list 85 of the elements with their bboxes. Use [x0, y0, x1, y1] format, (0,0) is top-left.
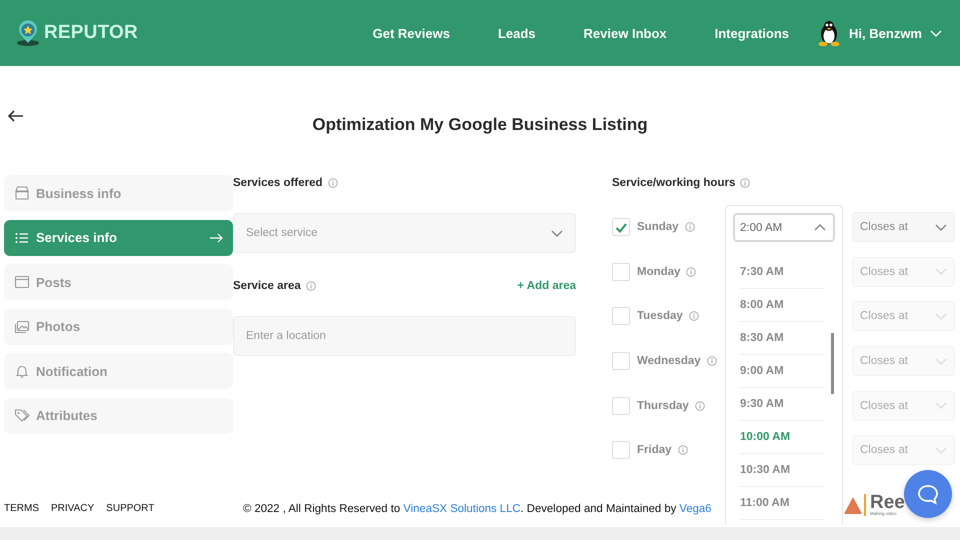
closing-time-select[interactable]: Closes at: [852, 212, 955, 242]
checkbox[interactable]: [612, 396, 630, 415]
logo-text: REPUTOR: [44, 22, 138, 44]
add-area-link[interactable]: + Add area: [517, 280, 576, 292]
opening-time-select[interactable]: 2:00 AM: [733, 213, 835, 242]
chevron-down-icon: [930, 28, 942, 38]
time-option[interactable]: 11:00 AM: [740, 487, 825, 520]
bell-icon: [14, 363, 30, 379]
info-icon: [694, 400, 705, 411]
sidebar-item[interactable]: Posts: [4, 264, 233, 300]
day-label: Thursday: [637, 400, 689, 412]
sidebar-item[interactable]: Notification: [4, 353, 233, 389]
penguin-avatar-icon: [817, 19, 842, 47]
checkbox[interactable]: [612, 218, 630, 236]
field-label: Services offered: [233, 177, 322, 189]
info-icon: [740, 178, 750, 188]
chevron-down-icon: [935, 312, 947, 321]
window-icon: [14, 274, 30, 290]
nav-link[interactable]: Leads: [498, 26, 536, 40]
chevron-up-icon: [814, 223, 826, 232]
day-label: Friday: [637, 444, 672, 456]
photos-icon: [14, 318, 30, 334]
scrollbar-thumb[interactable]: [831, 333, 834, 394]
sidebar-item[interactable]: Business info: [4, 175, 233, 211]
info-icon: [686, 266, 696, 277]
time-option[interactable]: 7:30 AM: [740, 256, 825, 289]
company-link[interactable]: VineaSX Solutions LLC: [403, 502, 521, 514]
chevron-down-icon: [935, 401, 947, 410]
copyright-text: © 2022 , All Rights Reserved to VineaSX Solutions LLC. Developed and Maintained by Vega6: [243, 502, 712, 514]
info-icon: [706, 356, 717, 366]
chevron-down-icon: [935, 356, 947, 366]
tag-icon: [14, 408, 30, 424]
info-icon: [328, 178, 338, 188]
check-icon: [615, 222, 627, 233]
store-icon: [14, 185, 30, 201]
sidebar-item[interactable]: Photos: [4, 308, 233, 344]
back-arrow-icon: [8, 110, 24, 122]
day-label: Sunday: [637, 221, 679, 234]
footer-link[interactable]: TERMS: [4, 503, 39, 514]
chevron-down-icon: [551, 228, 563, 238]
time-option[interactable]: 9:30 AM: [740, 388, 825, 421]
nav-link[interactable]: Get Reviews: [372, 26, 450, 40]
chat-button[interactable]: [904, 470, 952, 518]
closing-time-select[interactable]: Closes at: [852, 301, 955, 332]
day-label: Monday: [637, 266, 680, 278]
sidebar-item[interactable]: Services info: [4, 220, 233, 256]
nav-link[interactable]: Integrations: [714, 26, 790, 40]
location-input[interactable]: Enter a location: [233, 316, 576, 356]
info-icon: [306, 281, 316, 291]
chevron-down-icon: [935, 267, 947, 276]
closing-time-select[interactable]: Closes at: [852, 256, 955, 287]
info-icon: [684, 222, 695, 232]
partner-logo-icon: [843, 494, 867, 516]
section-label: Service/working hours: [612, 177, 736, 189]
time-option[interactable]: 8:30 AM: [740, 322, 825, 355]
footer-link[interactable]: PRIVACY: [51, 503, 94, 514]
user-greeting[interactable]: Hi, Benzwm: [849, 26, 922, 40]
checkbox[interactable]: [612, 307, 630, 326]
service-select[interactable]: Select service: [233, 213, 576, 253]
checkbox[interactable]: [612, 441, 630, 460]
logo-icon: [16, 20, 40, 46]
day-label: Tuesday: [637, 310, 683, 322]
field-label: Service area: [233, 280, 301, 292]
footer-link[interactable]: SUPPORT: [106, 503, 154, 514]
chat-bubble-icon: [917, 484, 939, 504]
checkbox[interactable]: [612, 352, 630, 370]
time-option[interactable]: 9:00 AM: [740, 355, 825, 388]
closing-time-select[interactable]: Closes at: [852, 435, 955, 466]
time-option[interactable]: 8:00 AM: [740, 289, 825, 322]
closing-time-select[interactable]: Closes at: [852, 346, 955, 376]
info-icon: [678, 445, 688, 456]
time-option[interactable]: 10:30 AM: [740, 454, 825, 487]
page-title: Optimization My Google Business Listing: [312, 114, 648, 134]
developer-link[interactable]: Vega6: [679, 502, 712, 514]
closing-time-select[interactable]: Closes at: [852, 390, 955, 421]
time-option[interactable]: 10:00 AM: [740, 421, 825, 454]
info-icon: [688, 311, 699, 322]
chevron-down-icon: [935, 446, 947, 455]
nav-link[interactable]: Review Inbox: [584, 26, 667, 40]
partner-logo-text: Ree: [870, 493, 905, 512]
arrow-right-icon: [209, 232, 223, 244]
day-label: Wednesday: [637, 355, 701, 368]
chevron-down-icon: [935, 222, 947, 232]
checkbox[interactable]: [612, 262, 630, 281]
sidebar-item[interactable]: Attributes: [4, 398, 233, 434]
